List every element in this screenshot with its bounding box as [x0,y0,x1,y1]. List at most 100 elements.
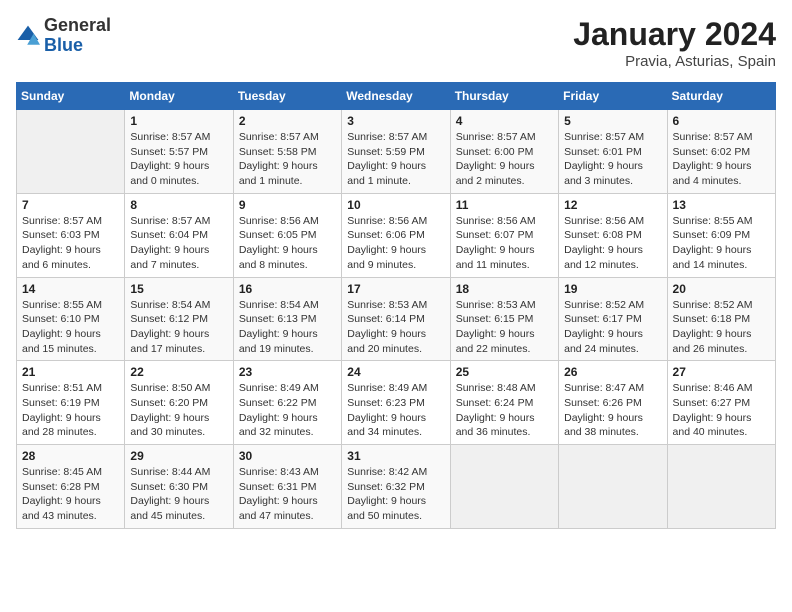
day-number: 26 [564,365,661,379]
day-info: Sunrise: 8:42 AMSunset: 6:32 PMDaylight:… [347,465,444,524]
calendar-cell: 21Sunrise: 8:51 AMSunset: 6:19 PMDayligh… [17,361,125,445]
calendar-cell: 28 Sunrise: 8:45 AMSunset: 6:28 PMDayligh… [17,445,125,529]
calendar-subtitle: Pravia, Asturias, Spain [573,53,776,70]
day-number: 18 [456,282,553,296]
weekday-header-row: SundayMondayTuesdayWednesdayThursdayFrid… [17,83,776,110]
calendar-cell: 18 Sunrise: 8:53 AMSunset: 6:15 PMDayligh… [450,277,558,361]
calendar-cell: 14 Sunrise: 8:55 AMSunset: 6:10 PMDayligh… [17,277,125,361]
day-info: Sunrise: 8:56 AMSunset: 6:08 PMDaylight:… [564,214,661,273]
weekday-header-saturday: Saturday [667,83,775,110]
title-block: January 2024 Pravia, Asturias, Spain [573,16,776,70]
day-info: Sunrise: 8:57 AMSunset: 5:57 PMDaylight:… [130,130,227,189]
day-info: Sunrise: 8:46 AMSunset: 6:27 PMDaylight:… [673,381,770,440]
day-number: 12 [564,198,661,212]
day-number: 16 [239,282,336,296]
calendar-cell: 10 Sunrise: 8:56 AMSunset: 6:06 PMDayligh… [342,193,450,277]
day-info: Sunrise: 8:53 AMSunset: 6:15 PMDaylight:… [456,298,553,357]
calendar-cell: 29 Sunrise: 8:44 AMSunset: 6:30 PMDayligh… [125,445,233,529]
weekday-header-thursday: Thursday [450,83,558,110]
calendar-cell: 22Sunrise: 8:50 AMSunset: 6:20 PMDayligh… [125,361,233,445]
day-number: 31 [347,449,444,463]
calendar-cell: 19Sunrise: 8:52 AMSunset: 6:17 PMDayligh… [559,277,667,361]
weekday-header-monday: Monday [125,83,233,110]
day-number: 3 [347,114,444,128]
day-info: Sunrise: 8:52 AMSunset: 6:18 PMDaylight:… [673,298,770,357]
day-number: 17 [347,282,444,296]
day-number: 5 [564,114,661,128]
day-info: Sunrise: 8:50 AMSunset: 6:20 PMDaylight:… [130,381,227,440]
day-info: Sunrise: 8:51 AMSunset: 6:19 PMDaylight:… [22,381,119,440]
calendar-cell [667,445,775,529]
day-info: Sunrise: 8:44 AMSunset: 6:30 PMDaylight:… [130,465,227,524]
day-info: Sunrise: 8:57 AMSunset: 6:01 PMDaylight:… [564,130,661,189]
calendar-week-row: 21Sunrise: 8:51 AMSunset: 6:19 PMDayligh… [17,361,776,445]
logo-text: General Blue [44,16,111,56]
calendar-cell: 6 Sunrise: 8:57 AMSunset: 6:02 PMDaylight… [667,110,775,194]
day-number: 8 [130,198,227,212]
calendar-cell: 4Sunrise: 8:57 AMSunset: 6:00 PMDaylight… [450,110,558,194]
day-number: 28 [22,449,119,463]
calendar-cell: 31 Sunrise: 8:42 AMSunset: 6:32 PMDayligh… [342,445,450,529]
calendar-week-row: 7 Sunrise: 8:57 AMSunset: 6:03 PMDaylight… [17,193,776,277]
day-number: 27 [673,365,770,379]
day-number: 13 [673,198,770,212]
day-number: 20 [673,282,770,296]
calendar-cell: 17 Sunrise: 8:53 AMSunset: 6:14 PMDayligh… [342,277,450,361]
calendar-cell: 8 Sunrise: 8:57 AMSunset: 6:04 PMDaylight… [125,193,233,277]
calendar-cell: 5 Sunrise: 8:57 AMSunset: 6:01 PMDaylight… [559,110,667,194]
day-number: 7 [22,198,119,212]
day-number: 29 [130,449,227,463]
day-info: Sunrise: 8:49 AMSunset: 6:23 PMDaylight:… [347,381,444,440]
day-info: Sunrise: 8:57 AMSunset: 6:04 PMDaylight:… [130,214,227,273]
logo-general: General [44,16,111,36]
day-number: 1 [130,114,227,128]
calendar-cell: 3Sunrise: 8:57 AMSunset: 5:59 PMDaylight… [342,110,450,194]
day-number: 23 [239,365,336,379]
day-info: Sunrise: 8:53 AMSunset: 6:14 PMDaylight:… [347,298,444,357]
day-number: 24 [347,365,444,379]
day-info: Sunrise: 8:57 AMSunset: 6:02 PMDaylight:… [673,130,770,189]
day-info: Sunrise: 8:49 AMSunset: 6:22 PMDaylight:… [239,381,336,440]
calendar-title: January 2024 [573,16,776,53]
day-info: Sunrise: 8:57 AMSunset: 6:00 PMDaylight:… [456,130,553,189]
day-info: Sunrise: 8:55 AMSunset: 6:10 PMDaylight:… [22,298,119,357]
weekday-header-friday: Friday [559,83,667,110]
calendar-cell: 16 Sunrise: 8:54 AMSunset: 6:13 PMDayligh… [233,277,341,361]
calendar-cell: 24 Sunrise: 8:49 AMSunset: 6:23 PMDayligh… [342,361,450,445]
day-number: 15 [130,282,227,296]
day-info: Sunrise: 8:48 AMSunset: 6:24 PMDaylight:… [456,381,553,440]
calendar-week-row: 14 Sunrise: 8:55 AMSunset: 6:10 PMDayligh… [17,277,776,361]
weekday-header-sunday: Sunday [17,83,125,110]
calendar-cell: 26 Sunrise: 8:47 AMSunset: 6:26 PMDayligh… [559,361,667,445]
logo-blue: Blue [44,36,111,56]
day-number: 14 [22,282,119,296]
day-number: 10 [347,198,444,212]
day-info: Sunrise: 8:45 AMSunset: 6:28 PMDaylight:… [22,465,119,524]
day-info: Sunrise: 8:54 AMSunset: 6:13 PMDaylight:… [239,298,336,357]
day-info: Sunrise: 8:54 AMSunset: 6:12 PMDaylight:… [130,298,227,357]
calendar-cell: 30Sunrise: 8:43 AMSunset: 6:31 PMDayligh… [233,445,341,529]
day-info: Sunrise: 8:57 AMSunset: 6:03 PMDaylight:… [22,214,119,273]
weekday-header-wednesday: Wednesday [342,83,450,110]
calendar-cell [17,110,125,194]
day-info: Sunrise: 8:55 AMSunset: 6:09 PMDaylight:… [673,214,770,273]
logo-icon [16,24,40,48]
calendar-table: SundayMondayTuesdayWednesdayThursdayFrid… [16,82,776,529]
day-info: Sunrise: 8:56 AMSunset: 6:07 PMDaylight:… [456,214,553,273]
calendar-cell: 1 Sunrise: 8:57 AMSunset: 5:57 PMDaylight… [125,110,233,194]
calendar-cell: 15 Sunrise: 8:54 AMSunset: 6:12 PMDayligh… [125,277,233,361]
day-info: Sunrise: 8:56 AMSunset: 6:06 PMDaylight:… [347,214,444,273]
day-number: 6 [673,114,770,128]
calendar-cell: 25Sunrise: 8:48 AMSunset: 6:24 PMDayligh… [450,361,558,445]
calendar-cell: 23 Sunrise: 8:49 AMSunset: 6:22 PMDayligh… [233,361,341,445]
calendar-body: 1 Sunrise: 8:57 AMSunset: 5:57 PMDaylight… [17,110,776,529]
calendar-cell: 27 Sunrise: 8:46 AMSunset: 6:27 PMDayligh… [667,361,775,445]
day-info: Sunrise: 8:57 AMSunset: 5:58 PMDaylight:… [239,130,336,189]
day-info: Sunrise: 8:56 AMSunset: 6:05 PMDaylight:… [239,214,336,273]
day-number: 30 [239,449,336,463]
calendar-header: SundayMondayTuesdayWednesdayThursdayFrid… [17,83,776,110]
day-info: Sunrise: 8:47 AMSunset: 6:26 PMDaylight:… [564,381,661,440]
weekday-header-tuesday: Tuesday [233,83,341,110]
calendar-cell: 13 Sunrise: 8:55 AMSunset: 6:09 PMDayligh… [667,193,775,277]
day-number: 9 [239,198,336,212]
